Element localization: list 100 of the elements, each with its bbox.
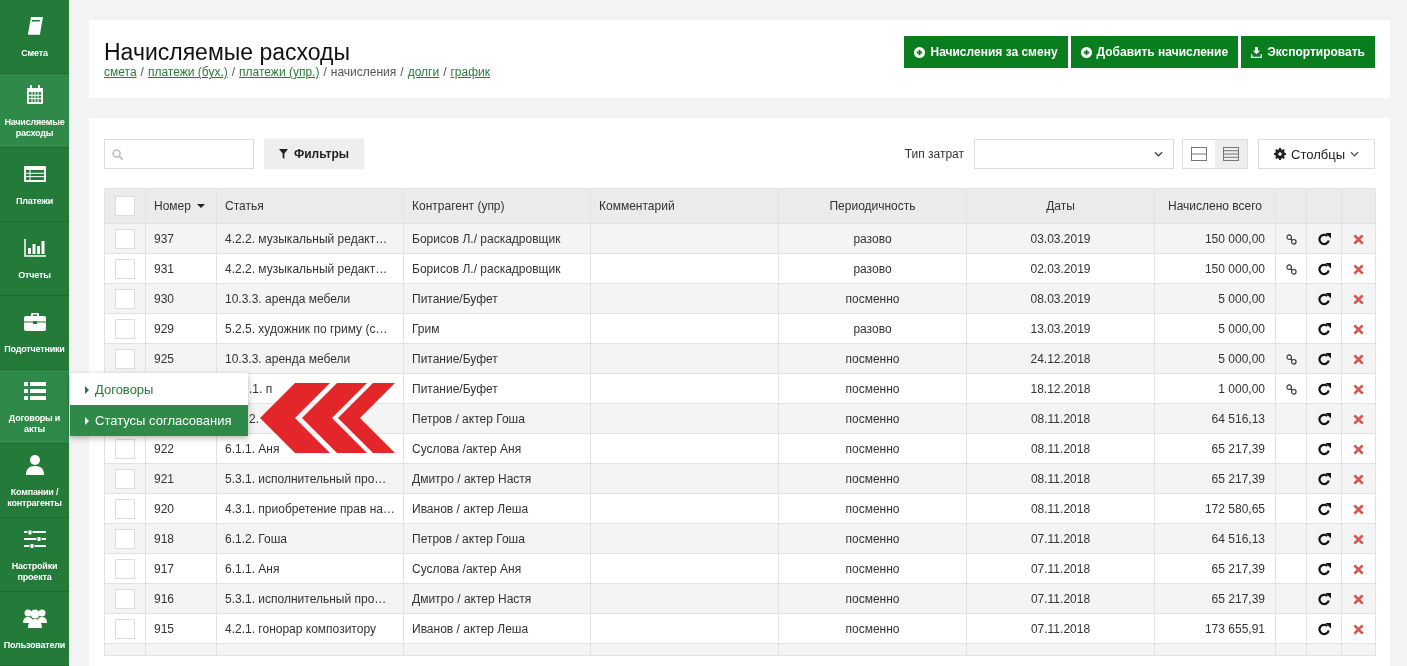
link-icon [1285, 353, 1297, 365]
breadcrumb-link[interactable]: платежи (упр.) [239, 65, 320, 79]
amount-cell: 1 000,00 [1218, 381, 1265, 396]
number-cell: 921 [154, 471, 175, 486]
sidebar-item[interactable]: Платежи [0, 148, 69, 222]
menu-item[interactable]: Договоры [70, 374, 248, 405]
cost-type-dropdown[interactable] [974, 139, 1174, 169]
counterparty-cell: Иванов / актер Леша [412, 501, 529, 516]
columns-button[interactable]: Столбцы [1258, 139, 1375, 169]
date-cell: 07.11.2018 [1030, 591, 1091, 606]
date-cell: 07.11.2018 [1030, 621, 1091, 636]
article-cell: 6.1.2. Гоша [225, 531, 288, 546]
list-icon [23, 381, 46, 400]
amount-cell: 65 217,39 [1211, 471, 1265, 486]
row-checkbox[interactable] [115, 288, 135, 309]
breadcrumb-link[interactable]: смета [104, 65, 137, 79]
number-cell: 916 [154, 591, 175, 606]
sidebar-item[interactable]: Компании / контрагенты [0, 444, 69, 518]
number-cell: 925 [154, 351, 175, 366]
number-cell: 930 [154, 291, 175, 306]
row-checkbox[interactable] [115, 228, 135, 249]
delete-icon [1353, 623, 1364, 635]
sidebar-item[interactable]: Отчеты [0, 222, 69, 296]
date-cell: 13.03.2019 [1030, 321, 1091, 336]
sidebar-item[interactable]: Начисляемые расходы [0, 74, 69, 148]
row-checkbox[interactable] [115, 318, 135, 339]
delete-icon [1353, 233, 1364, 245]
number-cell: 915 [154, 621, 175, 636]
menu-item[interactable]: Статусы согласования [70, 405, 248, 436]
delete-icon [1353, 263, 1364, 275]
number-cell: 917 [154, 561, 175, 576]
counterparty-cell: Борисов Л./ раскадровщик [412, 231, 561, 246]
header-button[interactable]: Экспортировать [1241, 36, 1375, 68]
refresh-icon [1317, 442, 1331, 456]
filters-button[interactable]: Фильтры [264, 139, 365, 169]
refresh-icon [1317, 502, 1331, 516]
date-cell: 08.11.2018 [1030, 441, 1091, 456]
row-checkbox[interactable] [115, 618, 135, 639]
counterparty-cell: Питание/Буфет [412, 291, 498, 306]
number-cell: 937 [154, 231, 175, 246]
amount-cell: 64 516,13 [1211, 531, 1265, 546]
row-checkbox[interactable] [115, 438, 135, 459]
search-field[interactable] [104, 139, 254, 169]
row-checkbox[interactable] [115, 528, 135, 549]
column-header[interactable]: Статья [225, 199, 264, 213]
counterparty-cell: Петров / актер Гоша [412, 531, 525, 546]
breadcrumb-link[interactable]: долги [407, 65, 440, 79]
split-view-icon [1191, 147, 1207, 161]
periodicity-cell: посменно [845, 351, 900, 366]
periodicity-cell: посменно [845, 591, 900, 606]
gear-icon [1274, 148, 1286, 160]
article-cell: 10.3.3. аренда мебели [225, 351, 351, 366]
row-checkbox[interactable] [115, 348, 135, 369]
bar-chart-icon [23, 239, 46, 257]
amount-cell: 172 580,65 [1204, 501, 1265, 516]
person-icon [25, 454, 44, 475]
header-button[interactable]: Начисления за смену [904, 36, 1068, 68]
column-header[interactable]: Периодичность [829, 199, 916, 213]
refresh-icon [1317, 592, 1331, 606]
column-header[interactable]: Комментарий [599, 199, 675, 213]
periodicity-cell: посменно [845, 411, 900, 426]
date-cell: 03.03.2019 [1030, 231, 1091, 246]
article-cell: 6.1.1. Аня [225, 561, 280, 576]
row-checkbox[interactable] [115, 258, 135, 279]
rows-view-icon [1223, 147, 1239, 161]
link-icon [1285, 233, 1297, 245]
row-checkbox[interactable] [115, 558, 135, 579]
row-checkbox[interactable] [115, 588, 135, 609]
breadcrumb-current: начисления [330, 65, 397, 79]
periodicity-cell: посменно [845, 621, 900, 636]
column-header[interactable]: Контрагент (упр) [412, 199, 505, 213]
article-cell: 4.3.1. приобретение прав на… [225, 501, 395, 516]
sidebar-item[interactable]: Договоры и акты [0, 370, 69, 444]
delete-icon [1353, 593, 1364, 605]
sidebar-item[interactable]: Пользователи [0, 592, 69, 666]
list-card-icon [23, 166, 46, 182]
link-icon [1285, 263, 1297, 275]
breadcrumb-link[interactable]: платежи (бух.) [147, 65, 228, 79]
counterparty-cell: Питание/Буфет [412, 381, 498, 396]
counterparty-cell: Дмитро / актер Настя [412, 591, 532, 606]
breadcrumb-link[interactable]: график [450, 65, 491, 79]
number-cell: 929 [154, 321, 175, 336]
periodicity-cell: посменно [845, 381, 900, 396]
chevron-down-icon [1350, 151, 1359, 157]
download-icon [1251, 46, 1263, 58]
row-checkbox[interactable] [115, 196, 135, 216]
column-header[interactable]: Даты [1046, 199, 1075, 213]
view-toggle[interactable] [1215, 140, 1247, 168]
sidebar-item[interactable]: Настройки проекта [0, 518, 69, 592]
date-cell: 02.03.2019 [1030, 261, 1091, 276]
caret-icon [85, 416, 89, 425]
amount-cell: 150 000,00 [1204, 231, 1265, 246]
delete-icon [1353, 383, 1364, 395]
delete-icon [1353, 323, 1364, 335]
row-checkbox[interactable] [115, 468, 135, 489]
row-checkbox[interactable] [115, 498, 135, 519]
number-cell: 931 [154, 261, 175, 276]
cost-type-label: Тип затрат [904, 147, 964, 161]
header-button[interactable]: Добавить начисление [1070, 36, 1239, 68]
delete-icon [1353, 443, 1364, 455]
